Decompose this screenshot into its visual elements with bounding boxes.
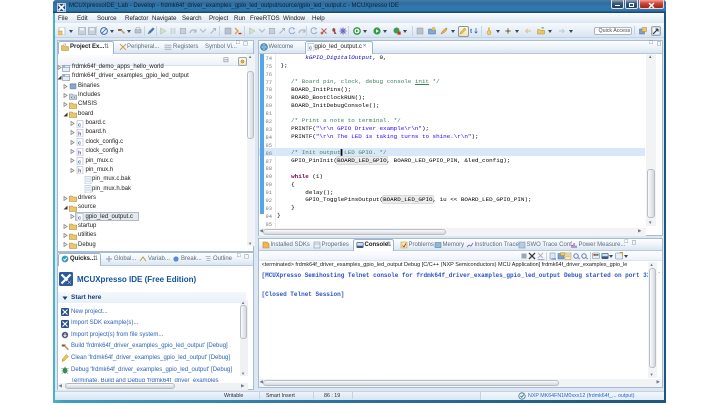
svg-text:c: c bbox=[78, 216, 81, 222]
svg-text:c: c bbox=[309, 46, 312, 52]
svg-text:t: t bbox=[470, 28, 473, 35]
svg-text:c: c bbox=[78, 160, 81, 166]
svg-text:c: c bbox=[78, 122, 81, 128]
svg-text:c: c bbox=[78, 141, 81, 147]
